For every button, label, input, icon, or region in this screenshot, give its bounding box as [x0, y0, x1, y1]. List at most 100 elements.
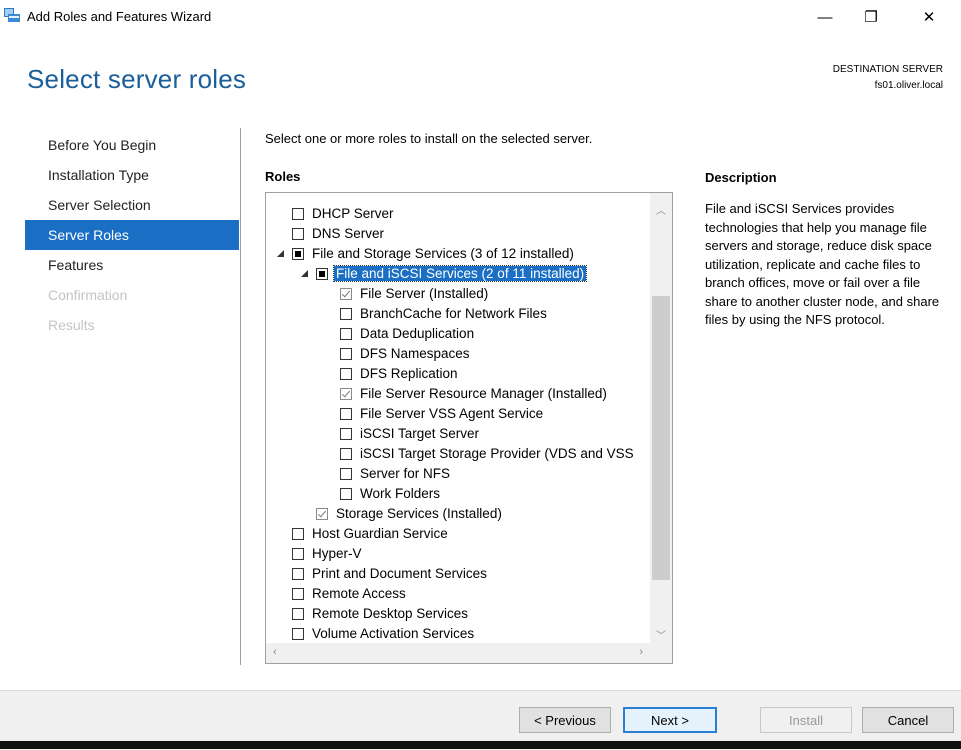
role-item[interactable]: Volume Activation Services	[266, 625, 650, 645]
role-label: Host Guardian Service	[312, 526, 448, 541]
role-item[interactable]: DFS Replication	[266, 365, 650, 385]
role-item[interactable]: Server for NFS	[266, 465, 650, 485]
scroll-right-icon[interactable]: ›	[639, 646, 643, 658]
role-item[interactable]: File and Storage Services (3 of 12 insta…	[266, 245, 650, 265]
role-checkbox[interactable]	[292, 628, 304, 640]
vertical-scrollbar[interactable]: ︿ ﹀	[650, 193, 672, 643]
role-item[interactable]: Host Guardian Service	[266, 525, 650, 545]
role-checkbox[interactable]	[340, 428, 352, 440]
role-checkbox[interactable]	[316, 268, 328, 280]
role-checkbox[interactable]	[340, 368, 352, 380]
role-checkbox[interactable]	[340, 348, 352, 360]
role-item[interactable]: DNS Server	[266, 225, 650, 245]
role-checkbox[interactable]	[340, 468, 352, 480]
server-manager-icon	[4, 8, 20, 22]
role-item[interactable]: Storage Services (Installed)	[266, 505, 650, 525]
scroll-up-icon[interactable]: ︿	[656, 202, 666, 217]
role-item[interactable]: File Server (Installed)	[266, 285, 650, 305]
role-checkbox[interactable]	[340, 488, 352, 500]
role-item[interactable]: DHCP Server	[266, 205, 650, 225]
role-label: BranchCache for Network Files	[360, 306, 547, 321]
expand-collapse-icon[interactable]	[301, 270, 308, 277]
page-title: Select server roles	[27, 64, 247, 94]
role-label: Data Deduplication	[360, 326, 475, 341]
role-checkbox[interactable]	[316, 508, 328, 520]
wizard-steps-nav: Before You Begin Installation Type Server …	[25, 130, 239, 340]
role-label: File Server (Installed)	[360, 286, 489, 301]
roles-tree[interactable]: DHCP Server DNS Server File and Storage Se…	[265, 192, 673, 664]
nav-item-before-you-begin[interactable]: Before You Begin	[25, 130, 239, 160]
previous-button[interactable]: < Previous	[519, 707, 611, 733]
role-item[interactable]: File and iSCSI Services (2 of 11 install…	[266, 265, 650, 285]
role-checkbox[interactable]	[340, 288, 352, 300]
role-checkbox[interactable]	[292, 608, 304, 620]
role-item[interactable]: Remote Access	[266, 585, 650, 605]
role-checkbox[interactable]	[292, 548, 304, 560]
role-checkbox[interactable]	[340, 408, 352, 420]
role-checkbox[interactable]	[340, 448, 352, 460]
roles-heading: Roles	[265, 169, 301, 184]
scroll-down-icon[interactable]: ﹀	[656, 627, 666, 642]
role-label: File and iSCSI Services (2 of 11 install…	[332, 265, 588, 282]
role-item[interactable]: File Server Resource Manager (Installed)	[266, 385, 650, 405]
nav-item-confirmation: Confirmation	[48, 287, 128, 303]
role-item[interactable]: Data Deduplication	[266, 325, 650, 345]
role-checkbox[interactable]	[292, 228, 304, 240]
scrollbar-corner	[650, 643, 672, 663]
role-item[interactable]: DFS Namespaces	[266, 345, 650, 365]
roles-tree-list: DHCP Server DNS Server File and Storage Se…	[266, 205, 650, 645]
role-label: Remote Desktop Services	[312, 606, 469, 621]
minimize-button[interactable]: —	[806, 0, 844, 34]
expand-collapse-icon[interactable]	[277, 250, 284, 257]
role-item[interactable]: iSCSI Target Storage Provider (VDS and V…	[266, 445, 650, 465]
next-button[interactable]: Next >	[623, 707, 717, 733]
role-checkbox[interactable]	[340, 388, 352, 400]
title-bar: Add Roles and Features Wizard — ❐ ✕	[0, 0, 961, 34]
role-label: Volume Activation Services	[312, 626, 475, 641]
destination-server-label: DESTINATION SERVER	[832, 64, 943, 75]
role-label: File Server Resource Manager (Installed)	[360, 386, 607, 401]
role-label: iSCSI Target Server	[360, 426, 480, 441]
role-checkbox[interactable]	[292, 248, 304, 260]
nav-item-features[interactable]: Features	[25, 250, 239, 280]
cancel-button[interactable]: Cancel	[862, 707, 954, 733]
role-checkbox[interactable]	[292, 528, 304, 540]
role-label: DFS Namespaces	[360, 346, 470, 361]
role-label: DHCP Server	[312, 206, 394, 221]
role-item[interactable]: Print and Document Services	[266, 565, 650, 585]
scroll-left-icon[interactable]: ‹	[273, 646, 277, 658]
role-item[interactable]: Remote Desktop Services	[266, 605, 650, 625]
restore-button[interactable]: ❐	[852, 0, 890, 34]
nav-item-server-roles[interactable]: Server Roles	[25, 220, 239, 250]
role-label: Server for NFS	[360, 466, 451, 481]
role-item[interactable]: Work Folders	[266, 485, 650, 505]
nav-divider	[240, 128, 241, 665]
destination-server-value: fs01.oliver.local	[874, 80, 943, 91]
taskbar-edge	[0, 741, 961, 749]
role-label: File Server VSS Agent Service	[360, 406, 544, 421]
role-label: Work Folders	[360, 486, 441, 501]
role-checkbox[interactable]	[340, 328, 352, 340]
window-title: Add Roles and Features Wizard	[27, 9, 212, 24]
role-checkbox[interactable]	[292, 588, 304, 600]
role-checkbox[interactable]	[292, 208, 304, 220]
close-button[interactable]: ✕	[910, 0, 948, 34]
role-item[interactable]: BranchCache for Network Files	[266, 305, 650, 325]
role-label: Hyper-V	[312, 546, 362, 561]
role-label: Print and Document Services	[312, 566, 487, 581]
role-item[interactable]: iSCSI Target Server	[266, 425, 650, 445]
description-text: File and iSCSI Services provides technol…	[705, 201, 940, 327]
scroll-thumb[interactable]	[652, 296, 670, 580]
nav-item-installation-type[interactable]: Installation Type	[25, 160, 239, 190]
role-label: File and Storage Services (3 of 12 insta…	[312, 246, 574, 261]
install-button[interactable]: Install	[760, 707, 852, 733]
role-checkbox[interactable]	[340, 308, 352, 320]
role-checkbox[interactable]	[292, 568, 304, 580]
role-item[interactable]: Hyper-V	[266, 545, 650, 565]
role-label: DNS Server	[312, 226, 385, 241]
role-label: iSCSI Target Storage Provider (VDS and V…	[360, 446, 634, 461]
role-label: DFS Replication	[360, 366, 458, 381]
horizontal-scrollbar[interactable]: ‹ ›	[266, 643, 672, 663]
nav-item-server-selection[interactable]: Server Selection	[25, 190, 239, 220]
role-item[interactable]: File Server VSS Agent Service	[266, 405, 650, 425]
